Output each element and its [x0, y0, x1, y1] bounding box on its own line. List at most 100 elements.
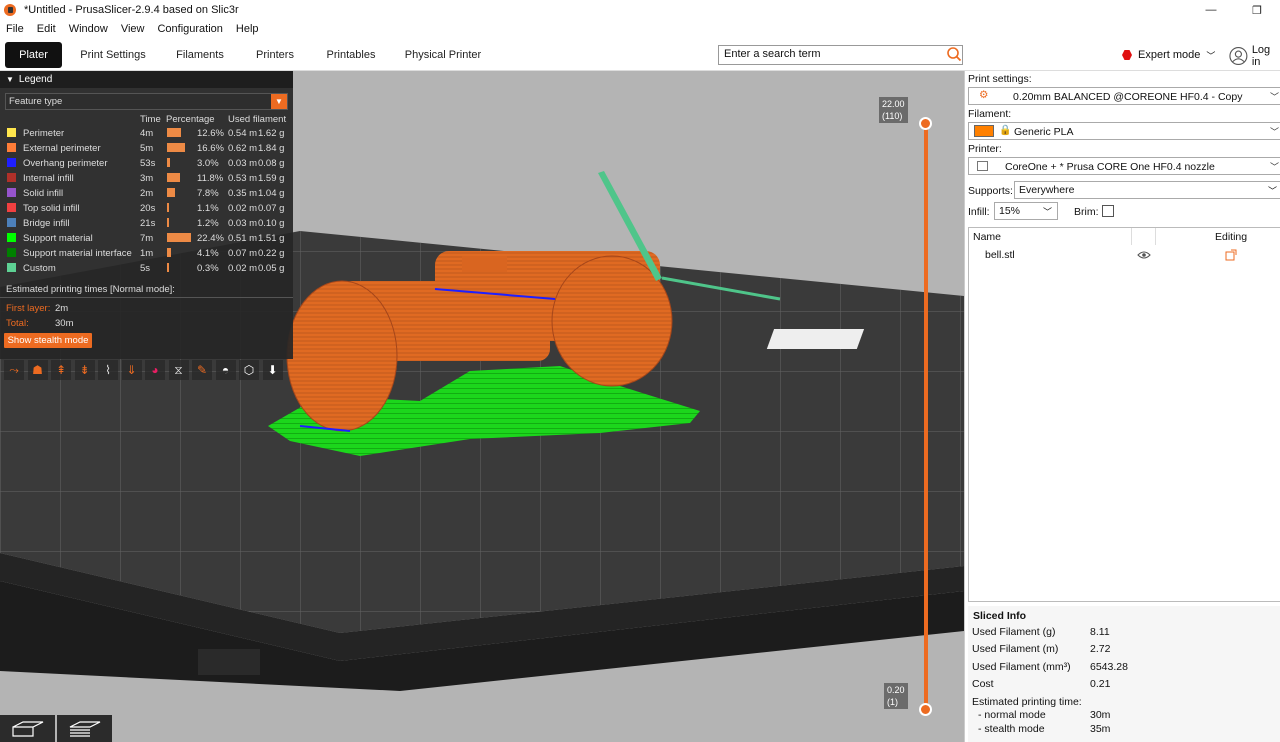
- mode-label: Expert mode: [1138, 49, 1201, 61]
- filament-color-swatch[interactable]: [974, 125, 994, 137]
- eye-icon[interactable]: [1137, 250, 1151, 260]
- legend-item-name: Overhang perimeter: [23, 158, 108, 169]
- legend-item-name: Support material: [23, 233, 93, 244]
- search-input[interactable]: Enter a search term: [718, 45, 963, 65]
- menu-help[interactable]: Help: [236, 23, 259, 35]
- legend-item-time: 5m: [140, 143, 154, 154]
- legend-row[interactable]: Custom 5s 0.3% 0.02 m 0.05 g: [0, 261, 293, 276]
- brim-checkbox[interactable]: [1102, 205, 1114, 217]
- legend-swatch: [7, 128, 16, 137]
- tool-marker-icon[interactable]: ⬇: [262, 360, 283, 380]
- legend-item-weight: 1.62 g: [258, 128, 285, 139]
- color-changes-icon[interactable]: ◕: [145, 360, 165, 380]
- retractions-icon[interactable]: ⇞: [51, 360, 71, 380]
- deretractions-icon[interactable]: ⇟: [74, 360, 95, 380]
- col-name: Name: [973, 231, 1002, 243]
- seams-icon[interactable]: ⌇: [98, 360, 118, 380]
- expert-mode-icon: [1122, 50, 1132, 60]
- legend-percentage-bar: [167, 188, 176, 197]
- legend-item-percentage: 1.1%: [197, 203, 219, 214]
- stealth-mode-label: - stealth mode: [978, 723, 1045, 735]
- printer-value: CoreOne + * Prusa CORE One HF0.4 nozzle: [1005, 161, 1215, 173]
- legend-swatch: [7, 173, 16, 182]
- legend-percentage-bar: [167, 248, 172, 257]
- menu-file[interactable]: File: [6, 23, 24, 35]
- first-layer-value: 2m: [55, 303, 69, 314]
- tab-physical-printer[interactable]: Physical Printer: [400, 42, 486, 68]
- search-icon[interactable]: [946, 46, 962, 62]
- filament-label: Filament:: [968, 108, 1012, 120]
- shells-icon[interactable]: ⬡: [239, 360, 259, 380]
- maximize-button[interactable]: ❐: [1234, 0, 1280, 20]
- estimated-times-label: Estimated printing times [Normal mode]:: [6, 284, 175, 295]
- login-label: Log in: [1251, 44, 1271, 68]
- view-type-select[interactable]: Feature type ▼: [5, 93, 288, 110]
- window-title: *Untitled - PrusaSlicer-2.9.4 based on S…: [24, 4, 239, 16]
- legend-row[interactable]: External perimeter 5m 16.6% 0.62 m 1.84 g: [0, 141, 293, 156]
- 3d-view-button[interactable]: [0, 715, 55, 742]
- legend-item-weight: 1.04 g: [258, 188, 285, 199]
- object-name: bell.stl: [985, 249, 1015, 261]
- normal-mode-value: 30m: [1090, 709, 1111, 721]
- dropdown-arrow-icon: ▼: [271, 94, 287, 109]
- upper-thumb[interactable]: [919, 117, 932, 130]
- travel-icon[interactable]: ⤳: [4, 360, 24, 380]
- mode-selector[interactable]: Expert mode ﹀: [1122, 46, 1215, 64]
- supports-select[interactable]: Everywhere ﹀: [1014, 181, 1280, 199]
- infill-select[interactable]: 15% ﹀: [994, 202, 1058, 220]
- tool-changes-icon[interactable]: ⇓: [121, 360, 142, 380]
- legend-row[interactable]: Top solid infill 20s 1.1% 0.02 m 0.07 g: [0, 201, 293, 216]
- legend-item-weight: 0.08 g: [258, 158, 285, 169]
- tab-plater[interactable]: Plater: [5, 42, 62, 68]
- minimize-button[interactable]: —: [1188, 0, 1234, 20]
- menu-edit[interactable]: Edit: [37, 23, 56, 35]
- legend-item-weight: 1.84 g: [258, 143, 285, 154]
- filament-select[interactable]: 🔒 Generic PLA ﹀: [968, 122, 1280, 140]
- tab-print-settings[interactable]: Print Settings: [74, 42, 152, 68]
- list-item[interactable]: bell.stl: [969, 247, 1280, 265]
- layer-slider-track[interactable]: [924, 124, 928, 710]
- legend-row[interactable]: Support material 7m 22.4% 0.51 m 1.51 g: [0, 231, 293, 246]
- legend-item-name: Internal infill: [23, 173, 74, 184]
- menu-configuration[interactable]: Configuration: [157, 23, 222, 35]
- collapse-triangle-icon: ▼: [6, 75, 14, 84]
- lower-thumb[interactable]: [919, 703, 932, 716]
- sidebar: Print settings: ⚙ 0.20mm BALANCED @COREO…: [964, 71, 1280, 742]
- pause-prints-icon[interactable]: ⧖: [168, 360, 189, 380]
- printer-select[interactable]: CoreOne + * Prusa CORE One HF0.4 nozzle …: [968, 157, 1280, 175]
- object-list: Name Editing bell.stl: [968, 227, 1280, 602]
- wipe-icon[interactable]: ☗: [27, 360, 48, 380]
- preview-button[interactable]: [57, 715, 112, 742]
- tab-bar: Plater Print Settings Filaments Printers…: [0, 38, 1280, 71]
- tab-printers[interactable]: Printers: [250, 42, 300, 68]
- legend-item-name: Bridge infill: [23, 218, 70, 229]
- print-settings-select[interactable]: ⚙ 0.20mm BALANCED @COREONE HF0.4 - Copy …: [968, 87, 1280, 105]
- legend-row[interactable]: Internal infill 3m 11.8% 0.53 m 1.59 g: [0, 171, 293, 186]
- legend-row[interactable]: Solid infill 2m 7.8% 0.35 m 1.04 g: [0, 186, 293, 201]
- legend-item-time: 4m: [140, 128, 154, 139]
- login-button[interactable]: Log in: [1229, 44, 1280, 68]
- legend-item-length: 0.51 m: [228, 233, 258, 244]
- legend-item-percentage: 16.6%: [197, 143, 224, 154]
- legend-swatch: [7, 158, 16, 167]
- tab-filaments[interactable]: Filaments: [170, 42, 230, 68]
- legend-swatch: [7, 248, 16, 257]
- legend-row[interactable]: Support material interface 1m 4.1% 0.07 m 0.…: [0, 246, 293, 261]
- center-of-gravity-icon[interactable]: ◓: [215, 360, 236, 380]
- legend-row[interactable]: Bridge infill 21s 1.2% 0.03 m 0.10 g: [0, 216, 293, 231]
- edit-icon[interactable]: [1225, 249, 1237, 261]
- legend-row[interactable]: Perimeter 4m 12.6% 0.54 m 1.62 g: [0, 126, 293, 141]
- menu-view[interactable]: View: [121, 23, 145, 35]
- tab-printables[interactable]: Printables: [320, 42, 382, 68]
- layers-icon: [69, 720, 100, 737]
- show-stealth-mode-button[interactable]: Show stealth mode: [4, 333, 92, 348]
- custom-gcodes-icon[interactable]: ✎: [192, 360, 212, 380]
- used-filament-g-value: 8.11: [1090, 626, 1110, 638]
- menu-window[interactable]: Window: [69, 23, 108, 35]
- legend-header[interactable]: ▼ Legend: [0, 71, 293, 88]
- legend-swatch: [7, 218, 16, 227]
- legend-item-percentage: 0.3%: [197, 263, 219, 274]
- chevron-down-icon: ﹀: [1269, 162, 1279, 172]
- legend-row[interactable]: Overhang perimeter 53s 3.0% 0.03 m 0.08 g: [0, 156, 293, 171]
- title-bar: *Untitled - PrusaSlicer-2.9.4 based on S…: [0, 0, 1280, 20]
